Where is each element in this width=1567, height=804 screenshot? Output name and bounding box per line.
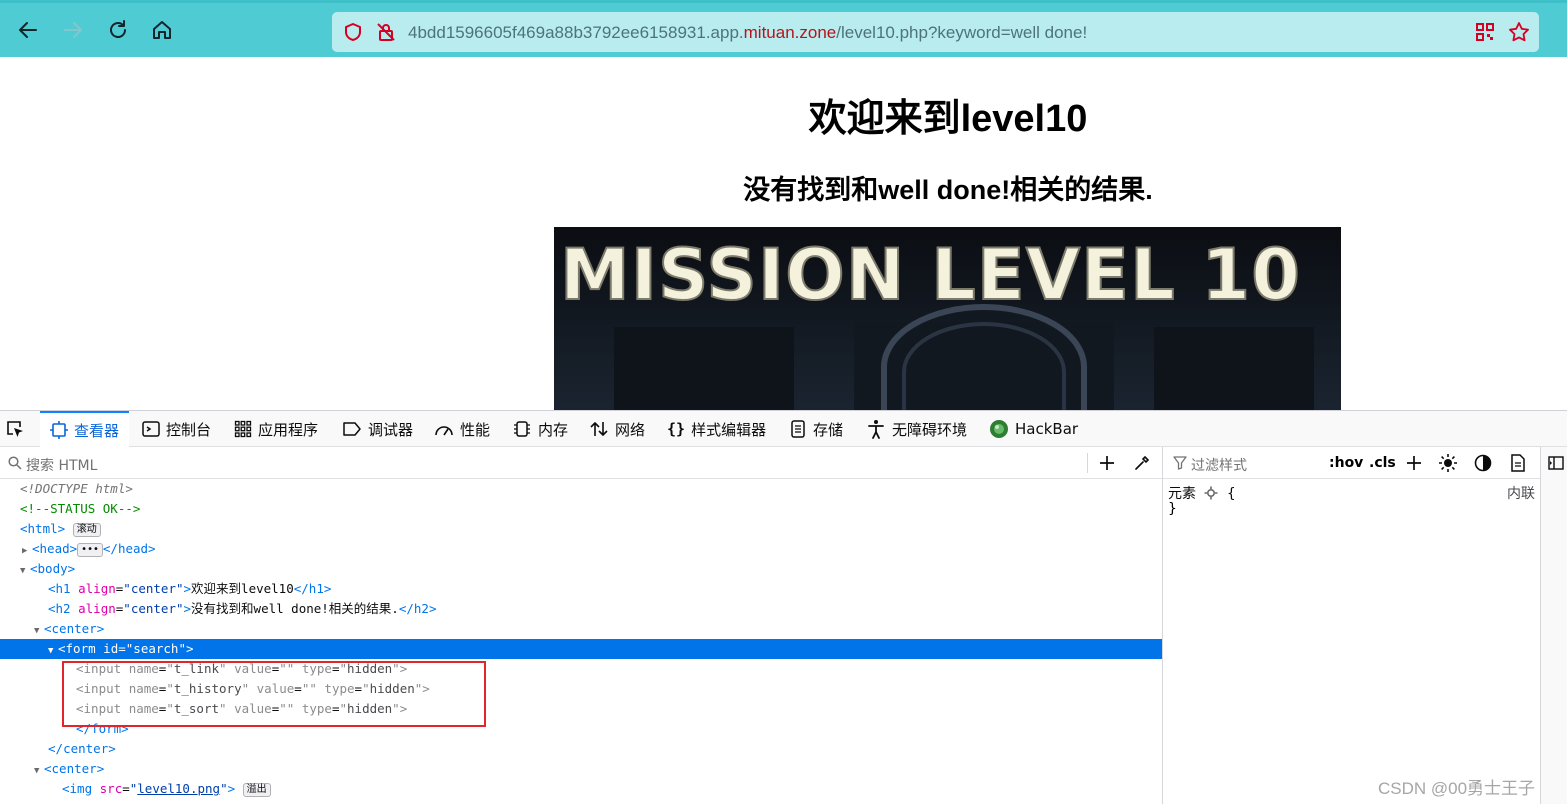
tab-application[interactable]: 应用程序: [234, 411, 318, 447]
tree-node-head[interactable]: ▶ <head> ••• </head>: [0, 539, 1162, 559]
tree-node-form-selected[interactable]: ▼ <form id="search">: [0, 639, 1162, 659]
pick-element-button[interactable]: [0, 411, 36, 447]
watermark-text: CSDN @00勇士王子: [1378, 779, 1536, 798]
insecure-lock-icon[interactable]: [375, 21, 397, 43]
html-search-bar: 搜索 HTML: [0, 447, 1162, 479]
tree-node-center-close[interactable]: </center>: [0, 739, 1162, 759]
collapsed-content-badge[interactable]: •••: [77, 543, 103, 557]
forward-button[interactable]: [58, 15, 88, 45]
network-icon: [590, 422, 608, 436]
sidebar-toggle-strip: [1540, 447, 1567, 804]
qr-code-icon[interactable]: [1474, 21, 1496, 43]
class-toggle[interactable]: .cls: [1369, 455, 1396, 471]
hackbar-icon: [990, 420, 1008, 438]
tab-network[interactable]: 网络: [589, 411, 645, 447]
add-node-icon[interactable]: [1098, 454, 1116, 472]
scroll-badge[interactable]: 滚动: [72, 523, 101, 537]
overflow-badge[interactable]: 溢出: [242, 783, 271, 797]
home-icon: [153, 21, 171, 39]
tab-memory[interactable]: 内存: [512, 411, 568, 447]
html-search-input[interactable]: 搜索 HTML: [26, 455, 97, 475]
page-heading: 欢迎来到level10: [808, 98, 1088, 140]
memory-icon: [514, 421, 530, 437]
tab-style-editor[interactable]: {} 样式编辑器: [667, 411, 766, 447]
filter-styles-input[interactable]: 过滤样式: [1191, 455, 1247, 475]
page-result-text: 没有找到和well done!相关的结果.: [743, 175, 1153, 205]
tree-node-h1[interactable]: <h1 align="center">欢迎来到level10</h1>: [0, 579, 1162, 599]
back-button[interactable]: [13, 15, 43, 45]
tab-debugger[interactable]: 调试器: [342, 411, 413, 447]
filter-icon: [1173, 456, 1187, 470]
element-rule[interactable]: 元素 {: [1168, 483, 1236, 503]
rule-close-brace: }: [1168, 501, 1177, 517]
light-mode-icon[interactable]: [1438, 453, 1458, 473]
tab-hackbar[interactable]: HackBar: [989, 411, 1078, 447]
expand-arrow-icon[interactable]: ▶: [22, 541, 32, 561]
dark-mode-icon[interactable]: [1474, 454, 1492, 472]
tree-node-img[interactable]: <img src="level10.png"> 溢出: [0, 779, 1162, 799]
toggle-sidebar-icon[interactable]: [1548, 455, 1564, 471]
browser-toolbar: 4bdd1596605f469a88b3792ee6158931.app.mit…: [0, 0, 1567, 57]
devtools-tab-bar: 查看器 控制台 应用程序 调试器 性能 内存 网络 {} 样式编辑器 存储 无障…: [0, 411, 1567, 447]
forward-arrow-icon: [64, 22, 82, 38]
search-icon: [8, 456, 22, 470]
reload-icon: [110, 20, 126, 38]
tree-node-comment[interactable]: <!--STATUS OK-->: [0, 499, 1162, 519]
html-tree: <!DOCTYPE html> <!--STATUS OK--> <html> …: [0, 479, 1162, 804]
accessibility-icon: [868, 420, 884, 439]
hover-state-toggle[interactable]: :hov: [1329, 455, 1363, 471]
divider: [1087, 453, 1088, 473]
tree-node-center[interactable]: ▼ <center>: [0, 619, 1162, 639]
rule-source-inline[interactable]: 内联: [1507, 483, 1535, 503]
reload-button[interactable]: [103, 15, 133, 45]
level-banner-image: MISSION LEVEL 10: [554, 227, 1341, 410]
collapse-arrow-icon[interactable]: ▼: [20, 561, 30, 581]
collapse-arrow-icon[interactable]: ▼: [48, 641, 58, 661]
tab-inspector[interactable]: 查看器: [40, 411, 130, 447]
tab-console[interactable]: 控制台: [142, 411, 211, 447]
url-text[interactable]: 4bdd1596605f469a88b3792ee6158931.app.mit…: [408, 23, 1087, 43]
devtools-panel: 查看器 控制台 应用程序 调试器 性能 内存 网络 {} 样式编辑器 存储 无障…: [0, 410, 1567, 804]
add-rule-icon[interactable]: [1405, 454, 1423, 472]
highlight-annotation-box: [62, 661, 486, 727]
tree-node-html[interactable]: <html> 滚动: [0, 519, 1162, 539]
eyedropper-icon[interactable]: [1133, 454, 1151, 472]
print-media-icon[interactable]: [1510, 454, 1526, 472]
tab-performance[interactable]: 性能: [434, 411, 490, 447]
inspector-icon: [50, 421, 68, 439]
back-arrow-icon: [19, 22, 37, 38]
tree-node-body[interactable]: ▼ <body>: [0, 559, 1162, 579]
collapse-arrow-icon[interactable]: ▼: [34, 761, 44, 781]
bookmark-star-icon[interactable]: [1508, 21, 1530, 43]
page-viewport: 欢迎来到level10 没有找到和well done!相关的结果. MISSIO…: [0, 57, 1567, 410]
address-bar[interactable]: 4bdd1596605f469a88b3792ee6158931.app.mit…: [332, 12, 1539, 52]
tree-node-h2[interactable]: <h2 align="center">没有找到和well done!相关的结果.…: [0, 599, 1162, 619]
tab-storage[interactable]: 存储: [789, 411, 843, 447]
performance-icon: [435, 426, 453, 436]
storage-icon: [791, 420, 805, 438]
shield-icon[interactable]: [342, 21, 364, 43]
rules-pane: 元素 { } 内联: [1163, 479, 1540, 804]
style-editor-icon: {}: [667, 420, 686, 438]
debugger-icon: [343, 422, 361, 436]
console-icon: [142, 421, 160, 437]
application-icon: [234, 420, 252, 438]
tree-node-doctype[interactable]: <!DOCTYPE html>: [0, 479, 1162, 499]
home-button[interactable]: [147, 15, 177, 45]
element-gear-icon: [1204, 486, 1218, 500]
pick-element-icon: [7, 421, 23, 437]
img-src-link[interactable]: level10.png: [137, 781, 220, 796]
tree-node-center-2[interactable]: ▼ <center>: [0, 759, 1162, 779]
collapse-arrow-icon[interactable]: ▼: [34, 621, 44, 641]
tab-accessibility[interactable]: 无障碍环境: [866, 411, 967, 447]
rules-toolbar: 过滤样式 :hov .cls: [1163, 447, 1540, 479]
